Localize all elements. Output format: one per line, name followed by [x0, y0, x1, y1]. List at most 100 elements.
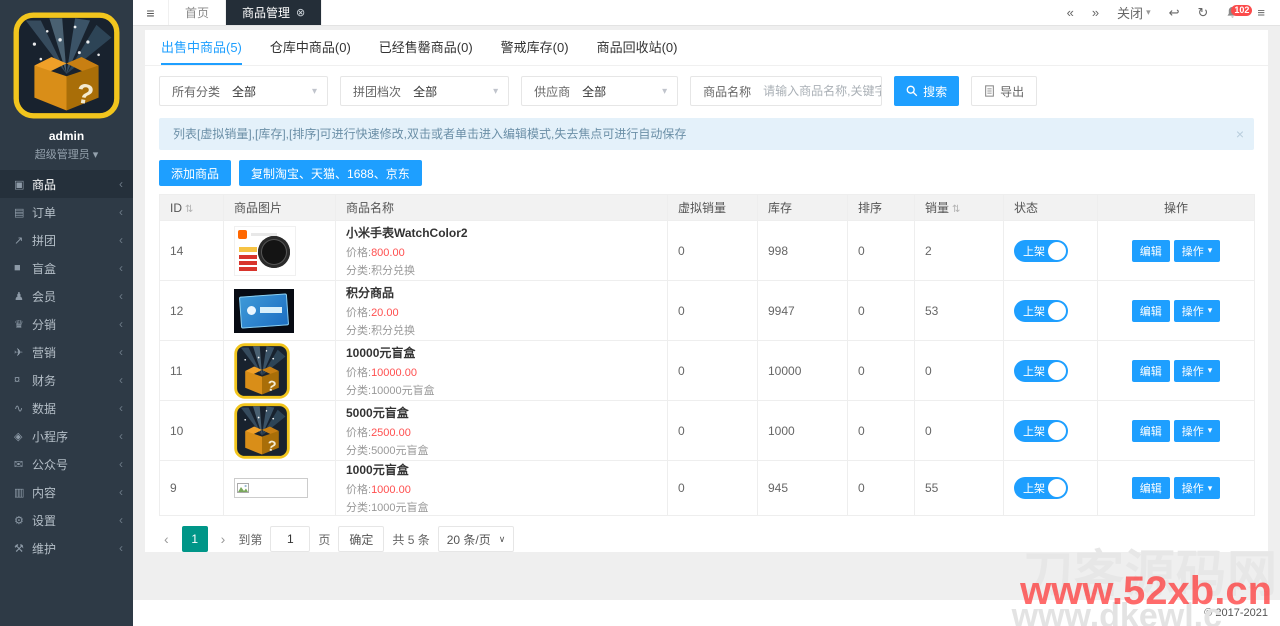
sidebar-item-blindbox[interactable]: ■盲盒‹ — [0, 254, 133, 282]
export-file-icon — [984, 85, 995, 97]
sidebar-item-marketing[interactable]: ✈营销‹ — [0, 338, 133, 366]
status-toggle[interactable]: 上架 — [1014, 420, 1068, 442]
page-number-active[interactable]: 1 — [182, 526, 208, 552]
sidebar-item-official-account[interactable]: ✉公众号‹ — [0, 450, 133, 478]
goods-name-input[interactable] — [763, 78, 881, 104]
chevron-icon: ‹ — [119, 373, 123, 387]
table-toolbar: 添加商品 复制淘宝、天猫、1688、京东 — [145, 150, 1268, 194]
chevron-icon: ‹ — [119, 317, 123, 331]
virtual-sales-cell[interactable]: 0 — [668, 401, 758, 461]
status-toggle[interactable]: 上架 — [1014, 477, 1068, 499]
sidebar-item-miniprogram[interactable]: ◈小程序‹ — [0, 422, 133, 450]
table-header-row: ID⇅ 商品图片 商品名称 虚拟销量 库存 排序 销量⇅ 状态 操作 — [160, 195, 1255, 221]
sidebar-item-orders[interactable]: ▤订单‹ — [0, 198, 133, 226]
groupbuy-level-select[interactable]: 拼团档次 全部 ▾ — [340, 76, 509, 106]
close-icon[interactable]: × — [1236, 118, 1244, 150]
tab-stock-alert[interactable]: 警戒库存(0) — [501, 30, 569, 65]
tab-on-sale[interactable]: 出售中商品(5) — [161, 30, 242, 65]
copy-from-platforms-button[interactable]: 复制淘宝、天猫、1688、京东 — [239, 160, 422, 186]
table-row: 14 小米手表WatchColor2 价格:800.00 分类:积分兑换 0 9… — [160, 221, 1255, 281]
operate-dropdown-button[interactable]: 操作▾ — [1174, 240, 1221, 262]
product-image-broken — [234, 478, 308, 498]
stock-cell[interactable]: 945 — [758, 461, 848, 516]
virtual-sales-cell[interactable]: 0 — [668, 221, 758, 281]
toggle-knob — [1048, 422, 1066, 440]
virtual-sales-cell[interactable]: 0 — [668, 461, 758, 516]
sidebar-item-members[interactable]: ♟会员‹ — [0, 282, 133, 310]
edit-button[interactable]: 编辑 — [1132, 300, 1170, 322]
operate-dropdown-button[interactable]: 操作▾ — [1174, 420, 1221, 442]
product-name[interactable]: 小米手表WatchColor2 — [346, 224, 657, 241]
scroll-tabs-left-icon[interactable]: « — [1058, 5, 1083, 20]
sidebar-item-data[interactable]: ∿数据‹ — [0, 394, 133, 422]
confirm-page-button[interactable]: 确定 — [338, 526, 384, 552]
username: admin — [0, 129, 133, 143]
sort-icon[interactable]: ⇅ — [185, 204, 193, 215]
sort-cell[interactable]: 0 — [848, 401, 915, 461]
close-tabs-dropdown[interactable]: 关闭▾ — [1108, 3, 1160, 22]
product-price: 10000.00 — [371, 367, 417, 379]
stock-cell[interactable]: 9947 — [758, 281, 848, 341]
per-page-select[interactable]: 20 条/页∨ — [438, 526, 515, 552]
sort-cell[interactable]: 0 — [848, 281, 915, 341]
refresh-icon[interactable]: ↻ — [1189, 5, 1218, 21]
goto-page-input[interactable] — [270, 526, 310, 552]
more-menu-icon[interactable]: ≡ — [1248, 5, 1274, 20]
notification-bell-icon[interactable]: 102 — [1217, 6, 1248, 19]
virtual-sales-cell[interactable]: 0 — [668, 281, 758, 341]
supplier-select[interactable]: 供应商 全部 ▾ — [521, 76, 678, 106]
operate-dropdown-button[interactable]: 操作▾ — [1174, 360, 1221, 382]
operate-dropdown-button[interactable]: 操作▾ — [1174, 300, 1221, 322]
sidebar-item-goods[interactable]: ▣商品‹ — [0, 170, 133, 198]
data-icon: ∿ — [14, 402, 32, 415]
sidebar-item-distribution[interactable]: ♛分销‹ — [0, 310, 133, 338]
sidebar-item-content[interactable]: ▥内容‹ — [0, 478, 133, 506]
tab-in-warehouse[interactable]: 仓库中商品(0) — [270, 30, 351, 65]
stock-cell[interactable]: 998 — [758, 221, 848, 281]
user-role-dropdown[interactable]: 超级管理员 ▾ — [0, 146, 133, 162]
stock-cell[interactable]: 1000 — [758, 401, 848, 461]
export-button[interactable]: 导出 — [971, 76, 1037, 106]
tab-goods-management[interactable]: 商品管理 ⊗ — [226, 0, 322, 25]
product-name[interactable]: 5000元盲盒 — [346, 404, 657, 421]
chevron-icon: ‹ — [119, 177, 123, 191]
product-name[interactable]: 1000元盲盒 — [346, 461, 657, 478]
chevron-icon: ‹ — [119, 289, 123, 303]
sort-icon[interactable]: ⇅ — [952, 204, 960, 215]
tab-home[interactable]: 首页 — [169, 0, 226, 25]
virtual-sales-cell[interactable]: 0 — [668, 341, 758, 401]
edit-button[interactable]: 编辑 — [1132, 420, 1170, 442]
product-name[interactable]: 10000元盲盒 — [346, 344, 657, 361]
sort-cell[interactable]: 0 — [848, 221, 915, 281]
sort-cell[interactable]: 0 — [848, 341, 915, 401]
sidebar-item-maintenance[interactable]: ⚒维护‹ — [0, 534, 133, 562]
search-button[interactable]: 搜索 — [894, 76, 959, 106]
operate-dropdown-button[interactable]: 操作▾ — [1174, 477, 1221, 499]
scroll-tabs-right-icon[interactable]: » — [1083, 5, 1108, 20]
product-name[interactable]: 积分商品 — [346, 284, 657, 301]
chevron-down-icon: ▾ — [93, 149, 99, 161]
sort-cell[interactable]: 0 — [848, 461, 915, 516]
tab-recycle-bin[interactable]: 商品回收站(0) — [597, 30, 678, 65]
tab-close-icon[interactable]: ⊗ — [296, 6, 305, 19]
edit-button[interactable]: 编辑 — [1132, 240, 1170, 262]
next-page-icon[interactable]: › — [216, 531, 231, 547]
sidebar-item-settings[interactable]: ⚙设置‹ — [0, 506, 133, 534]
tab-sold-out[interactable]: 已经售罄商品(0) — [379, 30, 473, 65]
sidebar-item-finance[interactable]: ¤财务‹ — [0, 366, 133, 394]
chevron-icon: ‹ — [119, 345, 123, 359]
sidebar-item-groupbuy[interactable]: ↗拼团‹ — [0, 226, 133, 254]
status-toggle[interactable]: 上架 — [1014, 360, 1068, 382]
prev-page-icon[interactable]: ‹ — [159, 531, 174, 547]
category-select[interactable]: 所有分类 全部 ▾ — [159, 76, 328, 106]
back-icon[interactable]: ↩ — [1160, 5, 1189, 21]
edit-button[interactable]: 编辑 — [1132, 360, 1170, 382]
add-goods-button[interactable]: 添加商品 — [159, 160, 231, 186]
edit-button[interactable]: 编辑 — [1132, 477, 1170, 499]
status-toggle[interactable]: 上架 — [1014, 300, 1068, 322]
product-price: 2500.00 — [371, 427, 411, 439]
status-toggle[interactable]: 上架 — [1014, 240, 1068, 262]
app-logo: ? — [0, 0, 133, 125]
hamburger-icon[interactable]: ≡ — [133, 0, 169, 25]
stock-cell[interactable]: 10000 — [758, 341, 848, 401]
